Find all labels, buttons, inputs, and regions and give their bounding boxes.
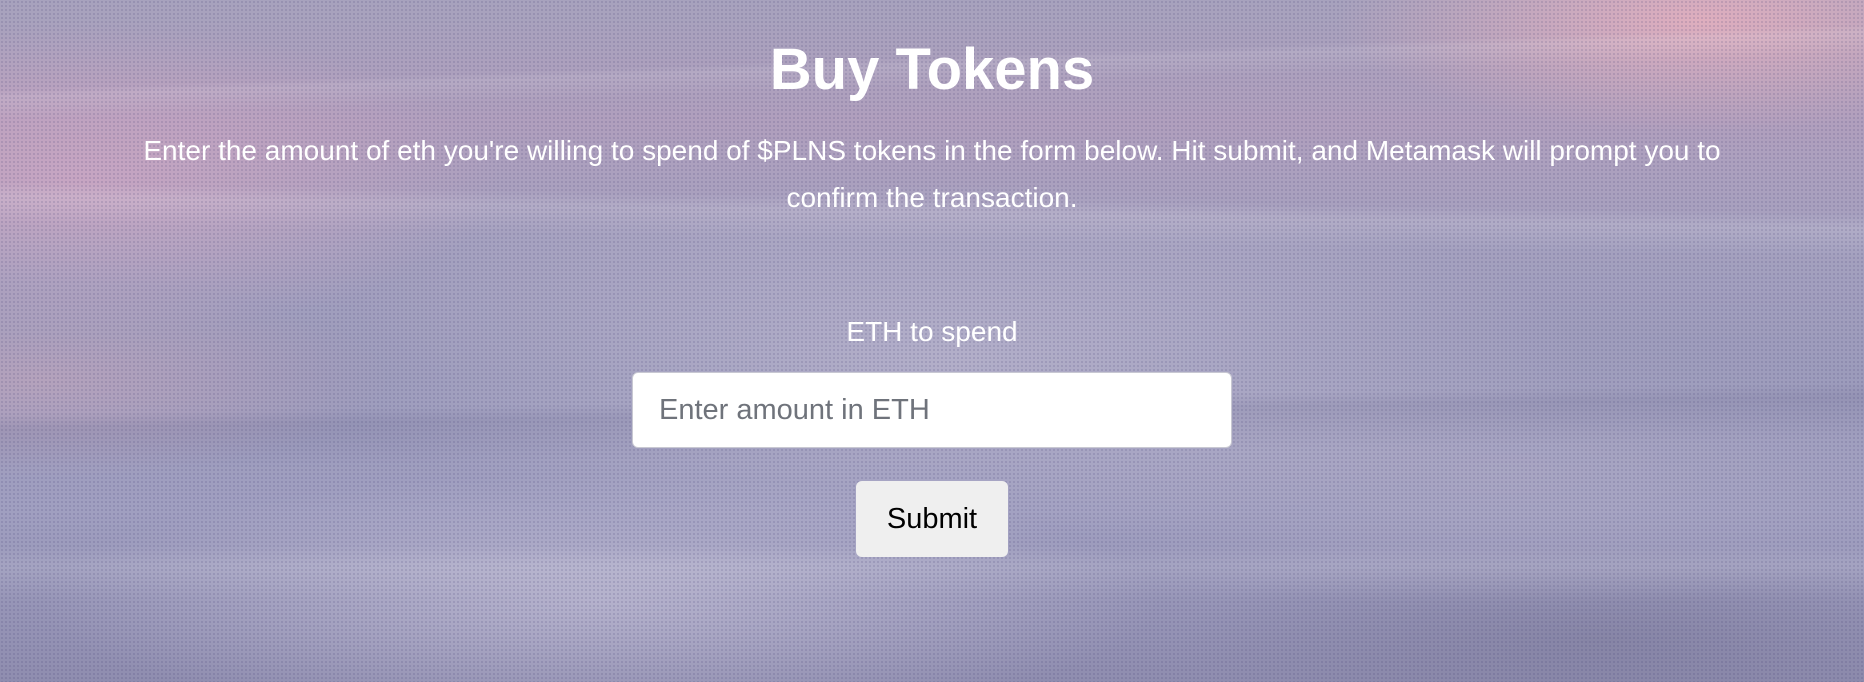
buy-tokens-section: Buy Tokens Enter the amount of eth you'r… bbox=[0, 0, 1864, 682]
eth-amount-input[interactable] bbox=[632, 372, 1232, 448]
page-title: Buy Tokens bbox=[769, 37, 1095, 102]
submit-button[interactable]: Submit bbox=[856, 481, 1008, 557]
eth-amount-label: ETH to spend bbox=[846, 316, 1018, 347]
buy-tokens-form: ETH to spend Submit bbox=[0, 312, 1864, 557]
page-description: Enter the amount of eth you're willing t… bbox=[143, 135, 1721, 213]
